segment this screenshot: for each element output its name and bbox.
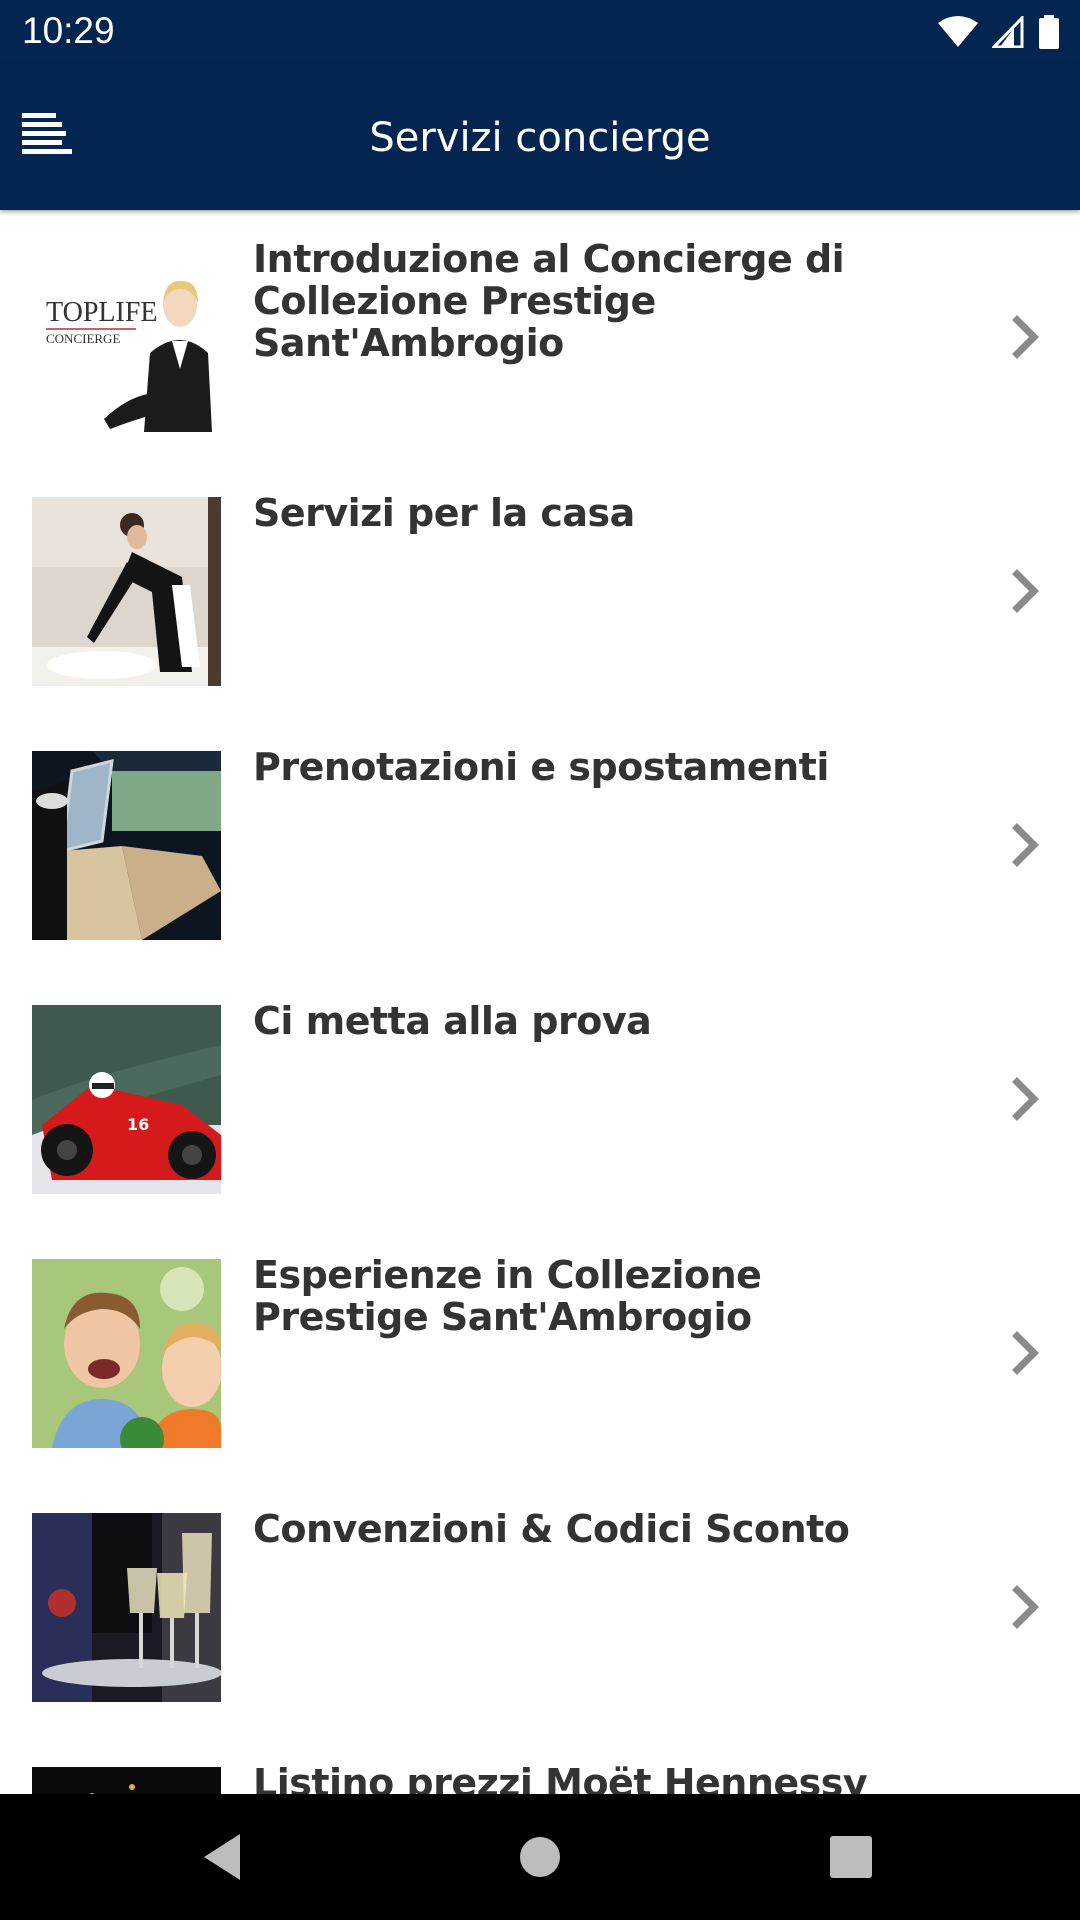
children-thumbnail [32, 1259, 221, 1448]
list-item-title: Esperienze in Collezione Prestige Sant'A… [253, 1253, 762, 1339]
battery-icon [1039, 15, 1059, 49]
champagne-thumbnail [32, 1513, 221, 1702]
thumbnail-sub-text: CONCIERGE [46, 331, 120, 346]
list-item-title: Introduzione al Concierge di Collezione … [253, 237, 845, 365]
status-bar: 10:29 [0, 0, 1080, 63]
list-item-convenzioni[interactable]: Convenzioni & Codici Sconto [0, 1480, 1080, 1734]
list-item-listino[interactable]: Listino prezzi Moët Hennessy [0, 1734, 1080, 1794]
chevron-right-icon [1012, 1331, 1039, 1375]
wifi-icon [938, 16, 978, 47]
list-item-title: Convenzioni & Codici Sconto [253, 1507, 850, 1551]
page-title: Servizi concierge [369, 115, 711, 161]
chevron-right-icon [1012, 1585, 1039, 1629]
chevron-right-icon [1012, 569, 1039, 613]
list-item-esperienze[interactable]: Esperienze in Collezione Prestige Sant'A… [0, 1226, 1080, 1480]
list-item-title: Ci metta alla prova [253, 999, 652, 1043]
thumbnail-brand-text: TOPLIFE [46, 297, 158, 328]
list-item-title: Servizi per la casa [253, 491, 635, 535]
list-item-title: Listino prezzi Moët Hennessy [253, 1761, 868, 1794]
signal-icon [992, 16, 1024, 48]
list-item-title: Prenotazioni e spostamenti [253, 745, 829, 789]
back-icon[interactable] [200, 1832, 250, 1882]
app-bar: Servizi concierge [0, 63, 1080, 210]
list-item-prenotazioni[interactable]: Prenotazioni e spostamenti [0, 718, 1080, 972]
svg-text:16: 16 [127, 1115, 149, 1134]
chevron-right-icon [1012, 823, 1039, 867]
recents-icon[interactable] [826, 1832, 876, 1882]
system-nav-bar [0, 1794, 1080, 1920]
chevron-right-icon [1012, 315, 1039, 359]
list-item-servizi-casa[interactable]: Servizi per la casa [0, 464, 1080, 718]
fireworks-thumbnail [32, 1767, 221, 1794]
concierge-thumbnail: TOPLIFE CONCIERGE [32, 243, 221, 432]
home-icon[interactable] [515, 1832, 565, 1882]
status-icons [938, 14, 1060, 50]
race-car-thumbnail: 16 [32, 1005, 221, 1194]
list-item-ci-metta[interactable]: 16 Ci metta alla prova [0, 972, 1080, 1226]
chevron-right-icon [1012, 1077, 1039, 1121]
status-time: 10:29 [22, 10, 115, 51]
services-list: TOPLIFE CONCIERGE Introduzione al Concie… [0, 210, 1080, 1794]
list-item-introduzione[interactable]: TOPLIFE CONCIERGE Introduzione al Concie… [0, 210, 1080, 464]
car-door-thumbnail [32, 751, 221, 940]
housekeeping-thumbnail [32, 497, 221, 686]
